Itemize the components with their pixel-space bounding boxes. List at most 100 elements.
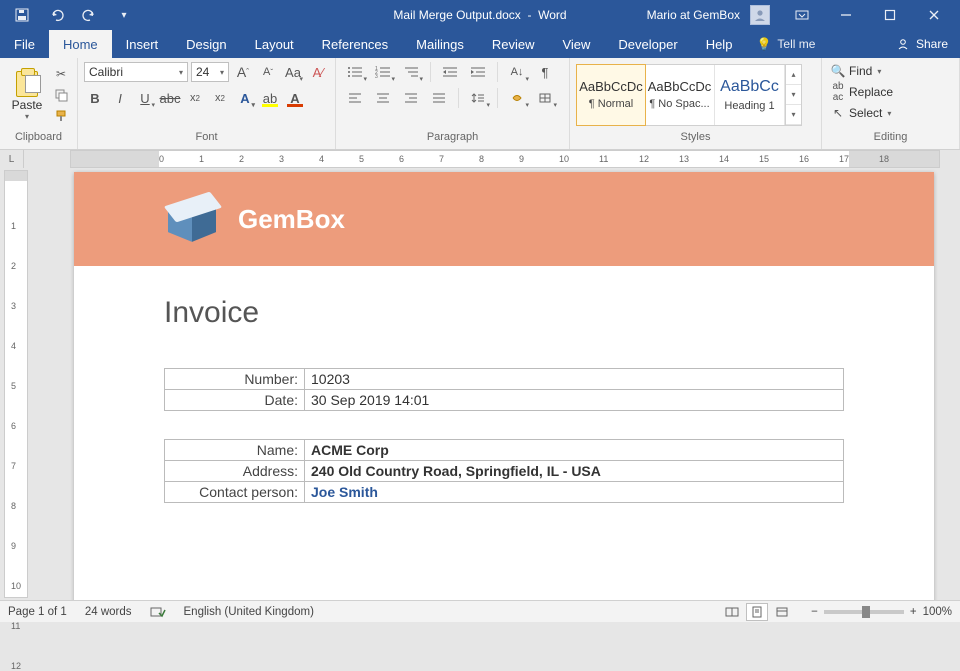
status-page[interactable]: Page 1 of 1	[8, 606, 67, 618]
tab-help[interactable]: Help	[692, 30, 747, 58]
tab-insert[interactable]: Insert	[112, 30, 173, 58]
ruler-tick: 6	[399, 154, 404, 164]
replace-button[interactable]: abacReplace	[830, 81, 951, 103]
qat-customize-button[interactable]: ▾	[110, 0, 138, 30]
styles-gallery-expand[interactable]: ▴▾▾	[785, 65, 801, 125]
status-language[interactable]: English (United Kingdom)	[184, 606, 314, 618]
tab-developer[interactable]: Developer	[604, 30, 691, 58]
text-effects-button[interactable]: A	[234, 88, 256, 108]
format-painter-button[interactable]	[52, 107, 70, 125]
font-size-combo[interactable]: 24▾	[191, 62, 229, 82]
tab-layout[interactable]: Layout	[241, 30, 308, 58]
decrease-indent-button[interactable]	[437, 62, 463, 82]
align-right-button[interactable]	[398, 88, 424, 108]
ruler-tick: 7	[11, 461, 16, 471]
print-layout-button[interactable]	[746, 603, 768, 621]
style-sample: AaBbCcDc	[648, 79, 712, 94]
minimize-button[interactable]	[824, 0, 868, 30]
paste-button[interactable]: Paste ▾	[6, 68, 48, 121]
close-button[interactable]	[912, 0, 956, 30]
document-body[interactable]: Invoice Number:10203 Date:30 Sep 2019 14…	[74, 266, 934, 533]
ribbon-options-button[interactable]	[780, 0, 824, 30]
styles-gallery[interactable]: AaBbCcDc ¶ Normal AaBbCcDc ¶ No Spac... …	[576, 64, 802, 126]
gembox-logo-icon	[164, 197, 220, 241]
contact-link[interactable]: Joe Smith	[311, 484, 378, 500]
document-area[interactable]: GemBox Invoice Number:10203 Date:30 Sep …	[28, 168, 960, 600]
multilevel-list-button[interactable]	[398, 62, 424, 82]
status-words[interactable]: 24 words	[85, 606, 132, 618]
underline-button[interactable]: U	[134, 88, 156, 108]
cut-button[interactable]: ✂	[52, 65, 70, 83]
redo-button[interactable]	[76, 0, 104, 30]
ruler-tick: 18	[879, 154, 889, 164]
doc-name: Mail Merge Output.docx	[393, 8, 520, 22]
find-label: Find	[849, 64, 872, 78]
show-marks-button[interactable]: ¶	[532, 62, 558, 82]
tab-file[interactable]: File	[0, 30, 49, 58]
tell-me-label: Tell me	[777, 37, 815, 51]
superscript-button[interactable]: x2	[209, 88, 231, 108]
tab-mailings[interactable]: Mailings	[402, 30, 478, 58]
tab-references[interactable]: References	[308, 30, 402, 58]
share-label: Share	[916, 37, 948, 51]
group-paragraph: 123 A↓ ¶ Paragraph	[336, 58, 570, 149]
justify-button[interactable]	[426, 88, 452, 108]
maximize-button[interactable]	[868, 0, 912, 30]
change-case-button[interactable]: Aa	[282, 62, 304, 82]
paste-label: Paste	[12, 98, 43, 112]
clear-formatting-button[interactable]: A⁄	[307, 62, 329, 82]
copy-button[interactable]	[52, 86, 70, 104]
web-layout-button[interactable]	[771, 603, 793, 621]
highlight-button[interactable]: ab	[259, 88, 281, 108]
align-center-button[interactable]	[370, 88, 396, 108]
share-button[interactable]: Share	[884, 30, 960, 58]
save-button[interactable]	[8, 0, 36, 30]
tab-view[interactable]: View	[548, 30, 604, 58]
find-button[interactable]: 🔍Find ▾	[830, 64, 951, 78]
tell-me-search[interactable]: 💡 Tell me	[746, 30, 825, 58]
borders-button[interactable]	[532, 88, 558, 108]
cell-key: Number:	[165, 369, 305, 390]
tab-review[interactable]: Review	[478, 30, 549, 58]
style-no-spacing[interactable]: AaBbCcDc ¶ No Spac...	[645, 65, 715, 125]
read-mode-button[interactable]	[721, 603, 743, 621]
line-spacing-button[interactable]	[465, 88, 491, 108]
zoom-slider[interactable]	[824, 610, 904, 614]
zoom-out-button[interactable]: −	[811, 606, 818, 618]
italic-button[interactable]: I	[109, 88, 131, 108]
ribbon-tabs: File Home Insert Design Layout Reference…	[0, 30, 960, 58]
style-sample: AaBbCc	[720, 78, 779, 96]
zoom-level[interactable]: 100%	[923, 606, 952, 618]
grow-font-button[interactable]: Aˆ	[232, 62, 254, 82]
user-avatar[interactable]	[750, 5, 770, 25]
proofing-icon[interactable]	[150, 605, 166, 619]
style-normal[interactable]: AaBbCcDc ¶ Normal	[576, 64, 646, 126]
bullets-button[interactable]	[342, 62, 368, 82]
zoom-in-button[interactable]: +	[910, 606, 917, 618]
numbering-button[interactable]: 123	[370, 62, 396, 82]
select-button[interactable]: ↖Select ▾	[830, 106, 951, 120]
workspace: 123456789101112 GemBox Invoice Number:10…	[0, 168, 960, 600]
font-name-combo[interactable]: Calibri▾	[84, 62, 188, 82]
vertical-ruler[interactable]: 123456789101112	[4, 170, 28, 598]
undo-button[interactable]	[42, 0, 70, 30]
heading-invoice: Invoice	[164, 296, 844, 330]
font-color-button[interactable]: A	[284, 88, 306, 108]
bold-button[interactable]: B	[84, 88, 106, 108]
cell-value: Joe Smith	[305, 482, 844, 503]
ruler-area: L 0123456789101112131415161718	[0, 150, 960, 168]
ribbon: Paste ▾ ✂ Clipboard Calibri▾ 24▾ Aˆ Aˇ A…	[0, 58, 960, 150]
style-heading-1[interactable]: AaBbCc Heading 1	[715, 65, 785, 125]
tab-home[interactable]: Home	[49, 30, 112, 58]
horizontal-ruler[interactable]: 0123456789101112131415161718	[70, 150, 940, 168]
strikethrough-button[interactable]: abc	[159, 88, 181, 108]
align-left-button[interactable]	[342, 88, 368, 108]
subscript-button[interactable]: x2	[184, 88, 206, 108]
ruler-tick: 4	[319, 154, 324, 164]
increase-indent-button[interactable]	[465, 62, 491, 82]
tab-selector[interactable]: L	[0, 150, 24, 168]
shrink-font-button[interactable]: Aˇ	[257, 62, 279, 82]
tab-design[interactable]: Design	[172, 30, 240, 58]
sort-button[interactable]: A↓	[504, 62, 530, 82]
shading-button[interactable]	[504, 88, 530, 108]
